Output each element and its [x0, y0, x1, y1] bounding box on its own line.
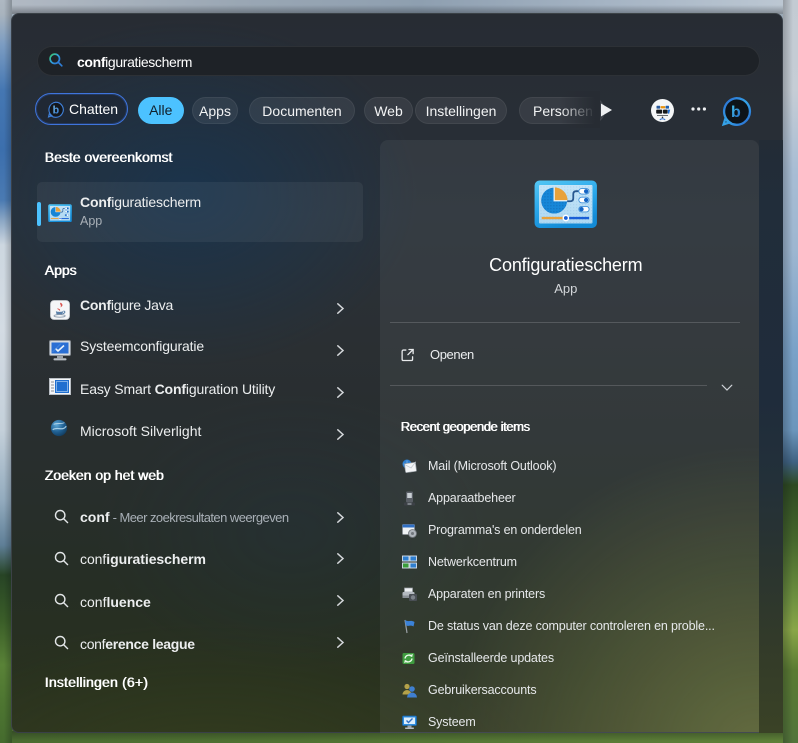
svg-text:b: b: [52, 104, 59, 116]
svg-text:b: b: [731, 104, 741, 121]
